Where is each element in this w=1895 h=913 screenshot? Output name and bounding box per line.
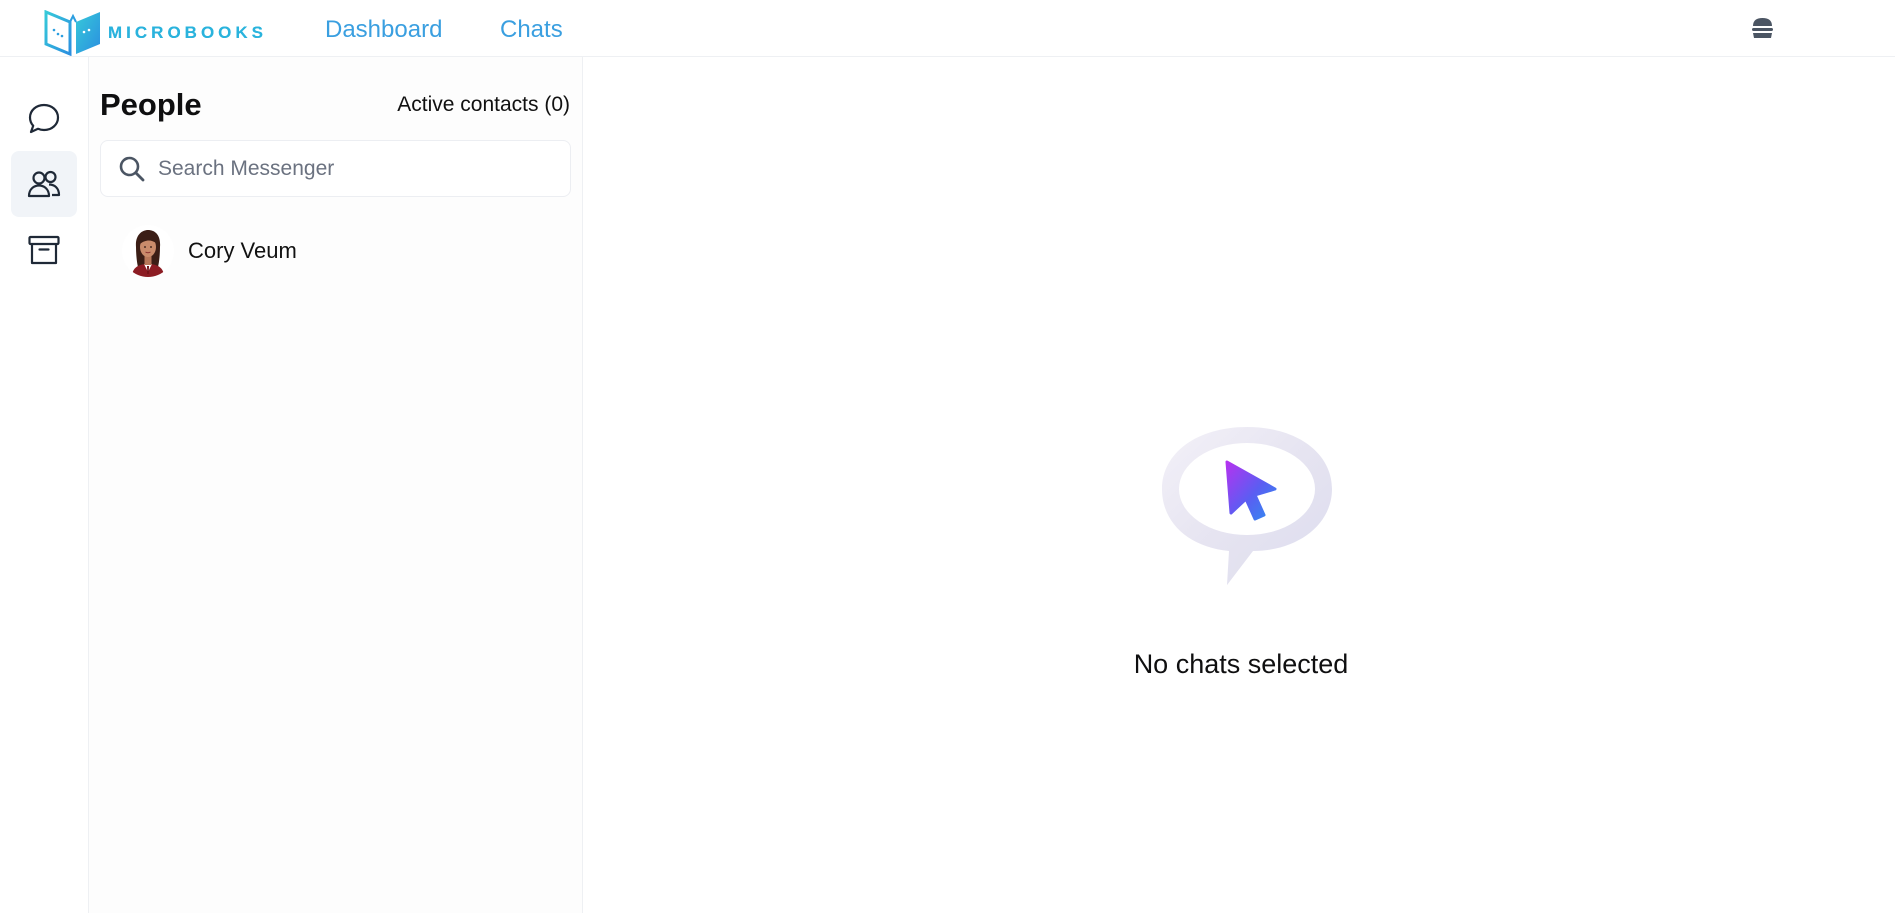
search-input[interactable]	[156, 149, 556, 189]
search-box	[100, 140, 571, 197]
rail-chats-button[interactable]	[11, 86, 77, 152]
active-contacts-count[interactable]: Active contacts (0)	[397, 93, 570, 117]
book-logo-icon	[44, 10, 100, 56]
icon-rail	[0, 57, 89, 913]
logo-text: MICROBOOKS	[108, 23, 267, 42]
nav-chats-link[interactable]: Chats	[500, 16, 563, 44]
burger-icon[interactable]	[1749, 16, 1776, 40]
search-icon	[119, 156, 145, 182]
archive-box-icon	[28, 235, 60, 265]
people-icon	[27, 170, 61, 198]
contact-item[interactable]: Cory Veum	[100, 217, 571, 287]
rail-archive-button[interactable]	[11, 217, 77, 283]
rail-people-button[interactable]	[11, 151, 77, 217]
chat-main-area: No chats selected	[583, 57, 1895, 913]
panel-title: People	[100, 87, 202, 122]
top-navbar: MICROBOOKS Dashboard Chats	[0, 0, 1895, 57]
contact-name: Cory Veum	[188, 238, 297, 263]
people-panel: People Active contacts (0) Search Messen…	[89, 57, 583, 913]
avatar	[122, 225, 174, 277]
empty-state-text: No chats selected	[1133, 649, 1349, 679]
microbooks-logo[interactable]: MICROBOOKS	[44, 10, 267, 56]
nav-dashboard-link[interactable]: Dashboard	[325, 16, 442, 44]
chat-bubble-icon	[28, 103, 60, 134]
cursor-in-speech-bubble-icon	[1162, 427, 1332, 585]
